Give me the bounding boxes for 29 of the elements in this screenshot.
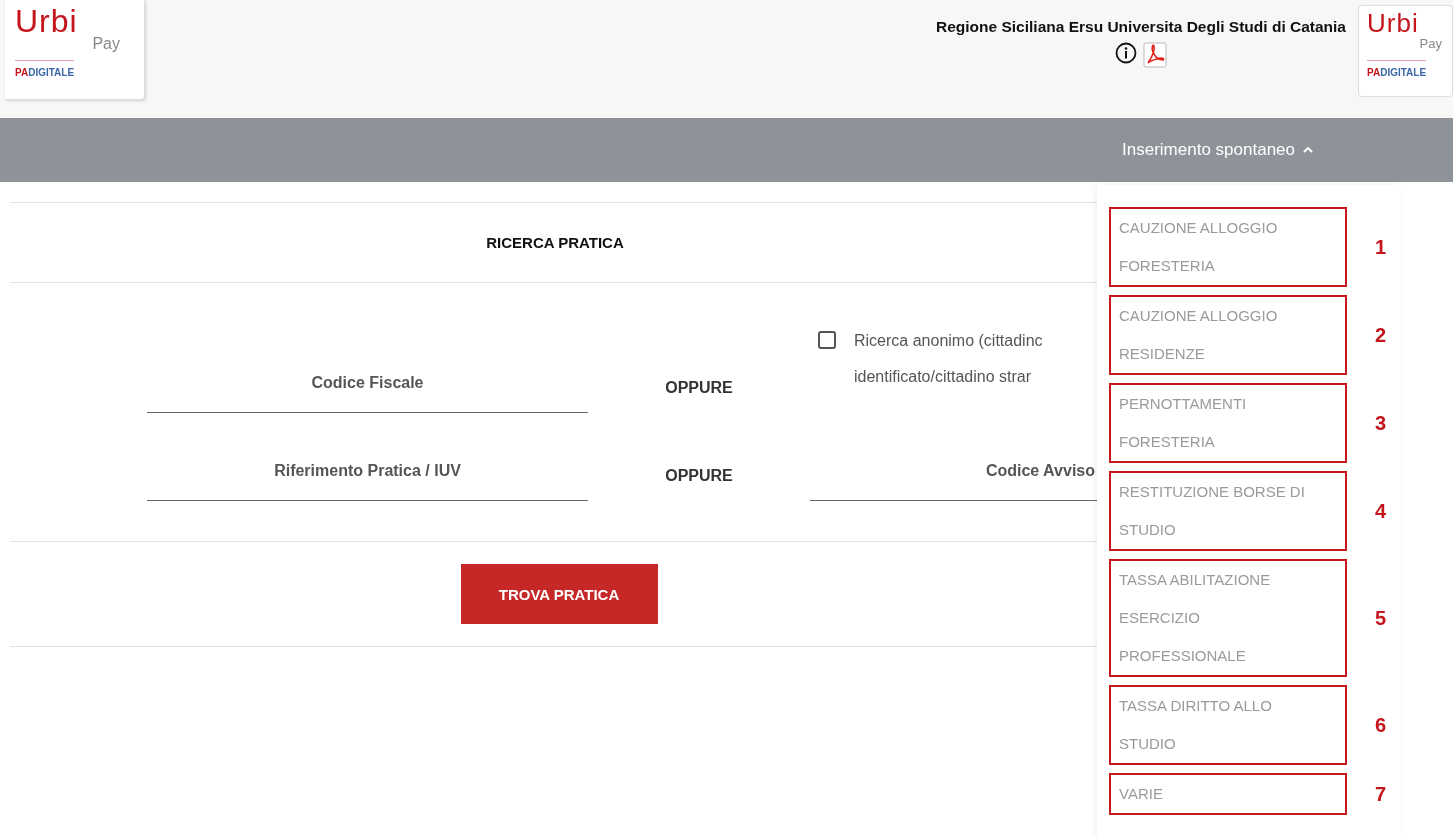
nav-menu-button[interactable]: Inserimento spontaneo [1122,140,1313,160]
info-icon[interactable] [1115,42,1137,64]
annotation-number: 3 [1375,411,1387,435]
site-title: Regione Siciliana Ersu Universita Degli Studi di Catania [936,18,1346,36]
checkbox-label: Ricerca anonimo (cittadinc identificato/cittadino strar [854,331,1043,387]
menu-item[interactable]: TASSA DIRITTO ALLO STUDIO [1109,685,1347,765]
logo[interactable]: Urbi Pay PADIGITALE [1358,5,1453,97]
annotation-number: 5 [1375,606,1387,630]
annotation-number: 1 [1375,235,1387,259]
separator-label: OPPURE [664,379,734,398]
menu-item[interactable]: CAUZIONE ALLOGGIO FORESTERIA [1109,207,1347,287]
input-field[interactable]: Codice Fiscale [147,374,588,413]
input-field[interactable]: Riferimento Pratica / IUV [147,462,588,501]
menu-item[interactable]: VARIE [1109,773,1347,815]
checkbox[interactable] [818,331,836,349]
logo[interactable]: Urbi Pay PADIGITALE [5,0,145,100]
caret-icon [1303,147,1313,153]
annotation-number: 6 [1375,713,1387,737]
menu-item[interactable]: PERNOTTAMENTI FORESTERIA [1109,383,1347,463]
menu-item[interactable]: TASSA ABILITAZIONE ESERCIZIO PROFESSIONALE [1109,559,1347,677]
menu-item[interactable]: CAUZIONE ALLOGGIO RESIDENZE [1109,295,1347,375]
separator-label: OPPURE [664,467,734,486]
find-button[interactable]: TROVA PRATICA [460,564,658,624]
section-title: RICERCA PRATICA [485,233,625,253]
pdf-icon[interactable] [1143,42,1167,68]
menu-item[interactable]: RESTITUZIONE BORSE DI STUDIO [1109,471,1347,551]
annotation-number: 4 [1375,499,1387,523]
annotation-number: 2 [1375,323,1387,347]
annotation-number: 7 [1375,782,1387,806]
